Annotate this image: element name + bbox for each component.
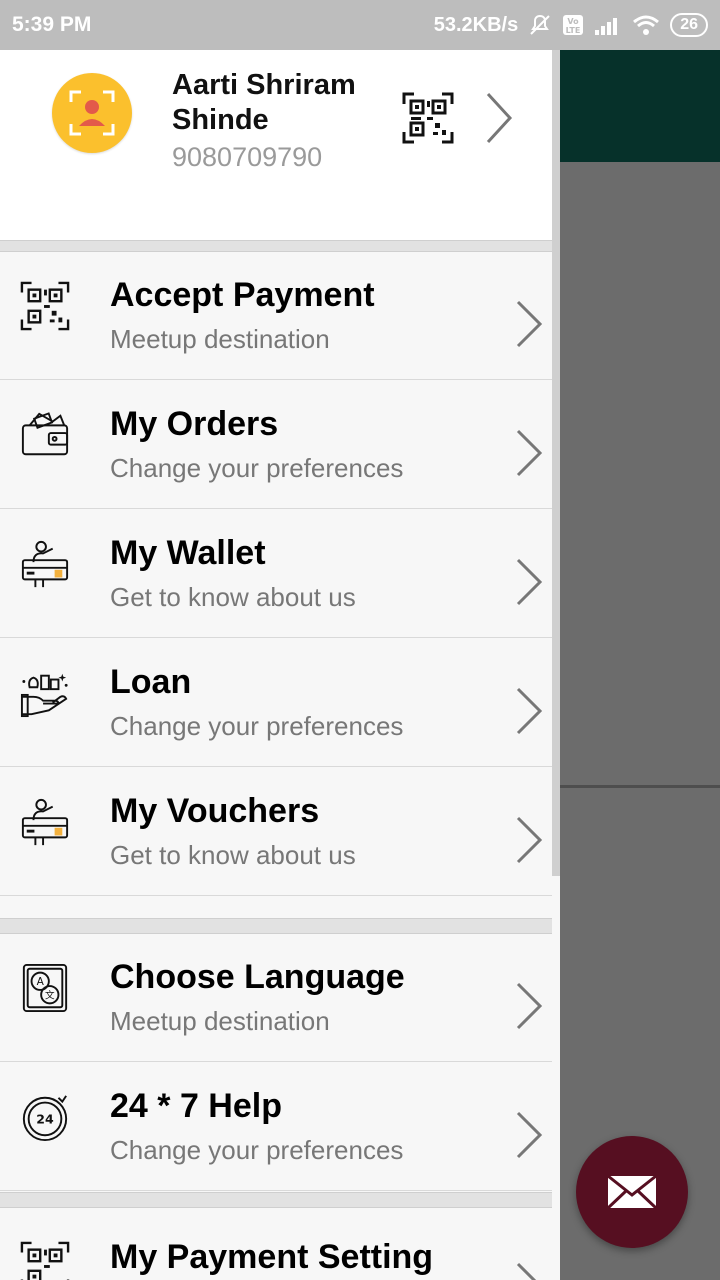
status-right: 53.2KB/s Vo LTE 26	[434, 13, 708, 37]
mail-icon	[607, 1175, 657, 1209]
chevron-right-icon	[516, 300, 543, 348]
menu-item-subtitle: Meetup destination	[110, 1006, 330, 1036]
menu-item-title: Loan	[110, 663, 192, 701]
qr-code-icon[interactable]	[402, 92, 454, 144]
chevron-right-icon[interactable]	[480, 90, 516, 146]
svg-text:A: A	[37, 976, 45, 988]
menu-item-title: My Orders	[110, 405, 279, 443]
menu-item-my-orders[interactable]: My Orders Change your preferences	[0, 381, 552, 509]
svg-text:文: 文	[45, 990, 55, 1002]
menu-item-my-wallet[interactable]: My Wallet Get to know about us	[0, 510, 552, 638]
language-icon: A 文	[22, 963, 68, 1013]
svg-text:24: 24	[36, 1112, 54, 1127]
section-separator	[0, 918, 552, 934]
avatar[interactable]	[52, 73, 132, 153]
avatar-icon	[69, 90, 115, 136]
loan-hand-icon	[20, 673, 68, 718]
menu-item-subtitle: Change your preferences	[110, 711, 404, 741]
mute-icon	[530, 14, 550, 35]
qr-code-icon	[20, 281, 70, 331]
profile-header[interactable]: Aarti Shriram Shinde 9080709790	[0, 50, 552, 240]
chevron-right-icon	[516, 1111, 543, 1159]
drawer-scrollbar[interactable]	[552, 50, 560, 876]
status-bar: 5:39 PM 53.2KB/s Vo LTE 26	[0, 0, 720, 50]
section-separator	[0, 1192, 552, 1208]
menu-item-subtitle: Get to know about us	[110, 840, 356, 870]
chevron-right-icon	[516, 816, 543, 864]
menu-item-choose-language[interactable]: A 文 Choose Language Meetup destination	[0, 934, 552, 1062]
menu-item-help[interactable]: 24 24 * 7 Help Change your preferences	[0, 1063, 552, 1191]
card-person-icon	[21, 798, 69, 846]
menu-item-title: Accept Payment	[110, 276, 375, 314]
svg-text:Vo: Vo	[568, 17, 580, 26]
menu-item-my-vouchers[interactable]: My Vouchers Get to know about us	[0, 768, 552, 896]
menu-item-my-payment-setting[interactable]: My Payment Setting	[0, 1208, 552, 1280]
wifi-icon	[633, 15, 660, 35]
chevron-right-icon	[516, 687, 543, 735]
chevron-right-icon	[516, 429, 543, 477]
section-separator	[0, 240, 552, 252]
menu-item-title: 24 * 7 Help	[110, 1087, 282, 1125]
status-time: 5:39 PM	[12, 13, 92, 36]
menu-item-title: Choose Language	[110, 958, 405, 996]
card-person-icon	[21, 540, 69, 588]
chevron-right-icon	[516, 558, 543, 606]
menu-item-accept-payment[interactable]: Accept Payment Meetup destination	[0, 252, 552, 380]
menu-item-title: My Vouchers	[110, 792, 320, 830]
wallet-icon	[21, 412, 69, 456]
profile-name: Aarti Shriram Shinde	[172, 69, 356, 136]
menu-item-subtitle: Meetup destination	[110, 324, 330, 354]
volte-icon: Vo LTE	[563, 15, 584, 35]
menu-item-loan[interactable]: Loan Change your preferences	[0, 639, 552, 767]
profile-phone: 9080709790	[172, 142, 323, 172]
menu-item-title: My Payment Setting	[110, 1238, 434, 1276]
menu-item-subtitle: Get to know about us	[110, 582, 356, 612]
clock-24-icon: 24	[22, 1095, 68, 1142]
menu-item-title: My Wallet	[110, 534, 266, 572]
net-speed: 53.2KB/s	[433, 13, 519, 36]
battery-icon: 26	[670, 13, 708, 37]
qr-code-icon	[20, 1241, 70, 1280]
menu-item-subtitle: Change your preferences	[110, 453, 404, 483]
signal-icon	[595, 18, 618, 35]
chevron-right-icon	[516, 1262, 537, 1280]
svg-text:LTE: LTE	[566, 26, 581, 35]
menu-item-subtitle: Change your preferences	[110, 1135, 404, 1165]
background-divider	[560, 785, 720, 788]
chevron-right-icon	[516, 982, 543, 1030]
navigation-drawer: Aarti Shriram Shinde 9080709790 Accept P…	[0, 50, 560, 1280]
mail-fab-button[interactable]	[576, 1136, 688, 1248]
